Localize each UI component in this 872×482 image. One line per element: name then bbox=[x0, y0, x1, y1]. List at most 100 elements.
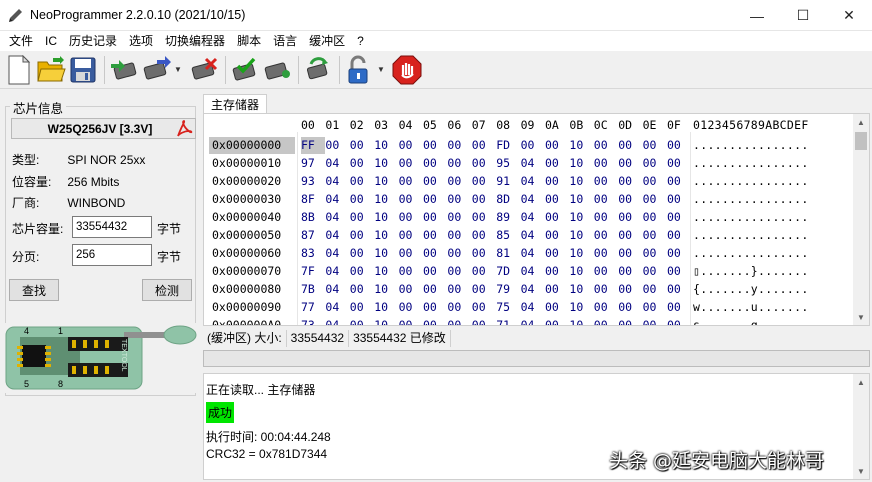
hex-byte[interactable]: 00 bbox=[399, 227, 423, 244]
detect-button[interactable]: 检测 bbox=[142, 279, 192, 301]
hex-byte[interactable]: 00 bbox=[618, 191, 642, 208]
hex-row-ascii[interactable]: {.......y....... bbox=[693, 281, 809, 298]
hex-row[interactable]: 0x00000080 7B 04 00 10 00 00 00 00 79 04 00 10 00 00 00… bbox=[204, 280, 854, 298]
hex-byte[interactable]: 10 bbox=[374, 155, 398, 172]
hex-byte[interactable]: 00 bbox=[594, 245, 618, 262]
hex-byte[interactable]: 04 bbox=[325, 191, 349, 208]
hex-byte[interactable]: 00 bbox=[423, 173, 447, 190]
hex-byte[interactable]: 00 bbox=[618, 281, 642, 298]
hex-byte[interactable]: 00 bbox=[545, 299, 569, 316]
hex-byte[interactable]: 00 bbox=[545, 227, 569, 244]
hex-byte[interactable]: 00 bbox=[545, 173, 569, 190]
hex-byte[interactable]: 04 bbox=[521, 299, 545, 316]
hex-byte[interactable]: 00 bbox=[667, 299, 691, 316]
hex-byte[interactable]: 10 bbox=[374, 173, 398, 190]
hex-byte[interactable]: 10 bbox=[374, 191, 398, 208]
scroll-down-arrow-icon[interactable]: ▼ bbox=[853, 309, 869, 325]
hex-byte[interactable]: 00 bbox=[447, 173, 471, 190]
hex-row-ascii[interactable]: s.......q....... bbox=[693, 317, 809, 325]
hex-row[interactable]: 0x000000A0 73 04 00 10 00 00 00 00 71 04 00 10 00 00 00… bbox=[204, 316, 854, 325]
hex-byte[interactable]: 00 bbox=[399, 137, 423, 154]
hex-byte[interactable]: 00 bbox=[521, 137, 545, 154]
log-vertical-scrollbar[interactable]: ▲ ▼ bbox=[853, 374, 869, 479]
hex-byte[interactable]: 10 bbox=[374, 245, 398, 262]
hex-editor[interactable]: 00 01 02 03 04 05 06 07 08 09 0A 0B 0C 0D 0E 0F 01234567… bbox=[203, 113, 870, 326]
close-button[interactable]: ✕ bbox=[826, 0, 872, 31]
hex-byte[interactable]: 00 bbox=[643, 281, 667, 298]
hex-byte[interactable]: 77 bbox=[301, 299, 325, 316]
hex-byte[interactable]: 00 bbox=[545, 137, 569, 154]
write-dropdown-arrow[interactable]: ▼ bbox=[173, 54, 183, 86]
hex-byte[interactable]: 10 bbox=[374, 137, 398, 154]
hex-byte[interactable]: 89 bbox=[496, 209, 520, 226]
hex-byte[interactable]: 10 bbox=[569, 209, 593, 226]
hex-byte[interactable]: 04 bbox=[325, 263, 349, 280]
hex-byte[interactable]: 00 bbox=[447, 227, 471, 244]
menu-history[interactable]: 历史记录 bbox=[63, 31, 123, 51]
hex-byte[interactable]: 10 bbox=[374, 299, 398, 316]
hex-byte[interactable]: 00 bbox=[447, 245, 471, 262]
hex-byte[interactable]: 04 bbox=[325, 245, 349, 262]
hex-byte[interactable]: 97 bbox=[301, 155, 325, 172]
hex-row[interactable]: 0x00000050 87 04 00 10 00 00 00 00 85 04 00 10 00 00 00… bbox=[204, 226, 854, 244]
hex-byte[interactable]: 95 bbox=[496, 155, 520, 172]
hex-byte[interactable]: 00 bbox=[667, 209, 691, 226]
hex-byte[interactable]: 10 bbox=[374, 209, 398, 226]
read-button[interactable] bbox=[109, 54, 139, 86]
lock-button[interactable] bbox=[344, 54, 374, 86]
hex-byte[interactable]: 00 bbox=[350, 137, 374, 154]
hex-byte[interactable]: 00 bbox=[667, 173, 691, 190]
hex-byte[interactable]: 00 bbox=[350, 245, 374, 262]
pdf-datasheet-icon[interactable] bbox=[174, 119, 194, 139]
hex-byte[interactable]: 00 bbox=[472, 155, 496, 172]
hex-byte[interactable]: 10 bbox=[569, 245, 593, 262]
hex-byte[interactable]: 00 bbox=[594, 155, 618, 172]
hex-grid[interactable]: 00 01 02 03 04 05 06 07 08 09 0A 0B 0C 0D 0E 0F 01234567… bbox=[204, 114, 854, 325]
menu-switch-programmer[interactable]: 切换编程器 bbox=[159, 31, 231, 51]
hex-row-ascii[interactable]: ................ bbox=[693, 245, 809, 262]
hex-byte[interactable]: 71 bbox=[496, 317, 520, 325]
hex-byte[interactable]: 00 bbox=[423, 137, 447, 154]
hex-byte[interactable]: 00 bbox=[350, 263, 374, 280]
hex-byte[interactable]: 00 bbox=[594, 173, 618, 190]
hex-byte[interactable]: 04 bbox=[325, 281, 349, 298]
hex-byte[interactable]: 00 bbox=[350, 155, 374, 172]
hex-byte[interactable]: 10 bbox=[374, 281, 398, 298]
hex-byte[interactable]: 00 bbox=[350, 227, 374, 244]
hex-byte[interactable]: 00 bbox=[399, 245, 423, 262]
write-button[interactable] bbox=[141, 54, 171, 86]
hex-byte[interactable]: 00 bbox=[472, 173, 496, 190]
hex-byte[interactable]: 00 bbox=[350, 209, 374, 226]
hex-byte[interactable]: 00 bbox=[594, 137, 618, 154]
hex-row-ascii[interactable]: ................ bbox=[693, 227, 809, 244]
hex-byte[interactable]: 00 bbox=[472, 227, 496, 244]
hex-row-ascii[interactable]: w.......u....... bbox=[693, 299, 809, 316]
hex-byte[interactable]: 10 bbox=[569, 317, 593, 325]
erase-button[interactable] bbox=[189, 54, 219, 86]
menu-ic[interactable]: IC bbox=[39, 31, 63, 51]
hex-byte[interactable]: 00 bbox=[643, 191, 667, 208]
hex-byte[interactable]: 00 bbox=[594, 299, 618, 316]
lock-dropdown-arrow[interactable]: ▼ bbox=[376, 54, 386, 86]
new-file-button[interactable] bbox=[4, 54, 34, 86]
hex-byte[interactable]: 00 bbox=[545, 191, 569, 208]
hex-byte[interactable]: 10 bbox=[569, 281, 593, 298]
hex-byte[interactable]: 00 bbox=[423, 317, 447, 325]
hex-byte[interactable]: 00 bbox=[594, 227, 618, 244]
hex-byte[interactable]: 83 bbox=[301, 245, 325, 262]
hex-byte[interactable]: 00 bbox=[472, 137, 496, 154]
hex-byte[interactable]: 00 bbox=[667, 281, 691, 298]
hex-byte[interactable]: 00 bbox=[643, 137, 667, 154]
open-button[interactable] bbox=[36, 54, 66, 86]
hex-byte[interactable]: 00 bbox=[667, 317, 691, 325]
hex-byte[interactable]: 00 bbox=[472, 281, 496, 298]
hex-byte[interactable]: 10 bbox=[569, 227, 593, 244]
hex-byte[interactable]: 00 bbox=[594, 281, 618, 298]
hex-byte[interactable]: 04 bbox=[325, 299, 349, 316]
hex-row-ascii[interactable]: ................ bbox=[693, 173, 809, 190]
hex-byte[interactable]: 10 bbox=[569, 137, 593, 154]
hex-byte[interactable]: 85 bbox=[496, 227, 520, 244]
hex-byte[interactable]: 04 bbox=[521, 191, 545, 208]
hex-byte[interactable]: 10 bbox=[569, 173, 593, 190]
hex-byte[interactable]: 00 bbox=[618, 173, 642, 190]
